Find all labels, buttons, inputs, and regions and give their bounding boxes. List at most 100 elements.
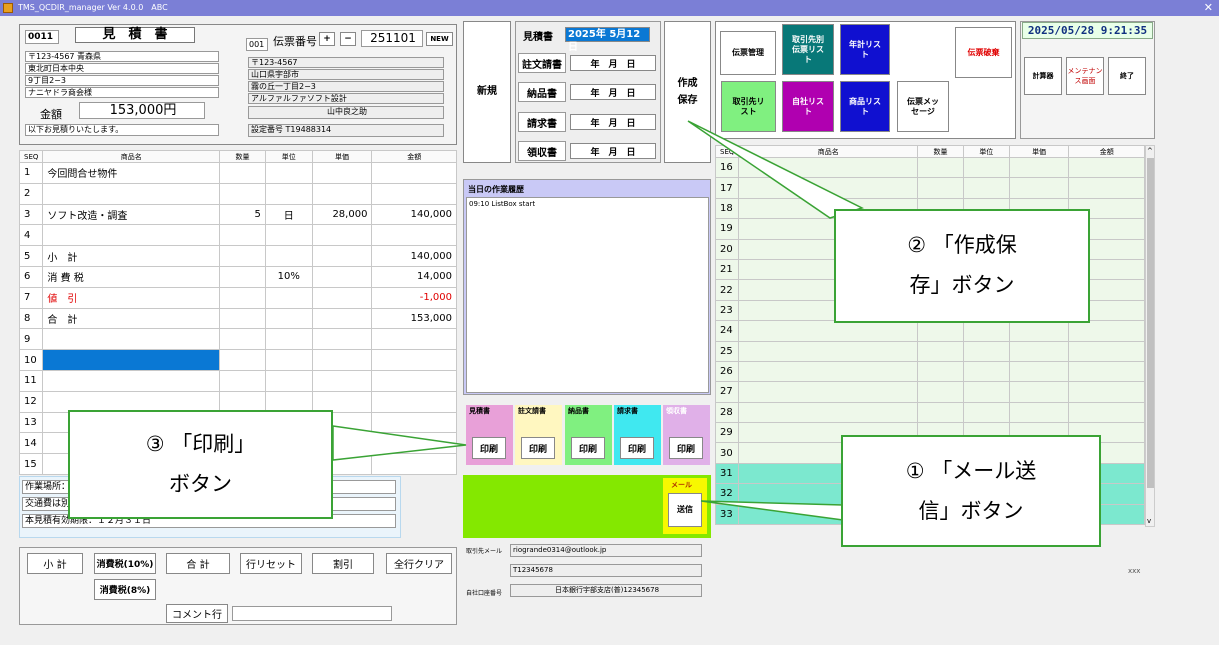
table-cell[interactable] <box>371 411 457 434</box>
table-row[interactable]: 1 今回問合せ物件 <box>18 162 457 184</box>
table-cell[interactable] <box>371 390 457 413</box>
table-row[interactable]: 27 <box>714 381 1145 403</box>
row-reset-button[interactable]: 行リセット <box>240 553 302 574</box>
table-cell[interactable] <box>219 265 266 288</box>
table-cell[interactable] <box>264 328 313 351</box>
subtotal-button[interactable]: 小 計 <box>27 553 83 574</box>
table-row[interactable]: 3 ソフト改造・調査 5 日 28,000 140,000 <box>18 203 457 226</box>
receipt-date-field[interactable]: 年 月 日 <box>570 143 656 159</box>
table-cell[interactable] <box>1008 340 1070 362</box>
slip-plus-button[interactable]: + <box>319 32 335 46</box>
scrollbar-thumb[interactable] <box>1147 158 1154 488</box>
table-cell[interactable]: 29 <box>714 422 740 444</box>
comment-row-button[interactable]: コメント行 <box>166 604 228 623</box>
table-cell[interactable] <box>371 369 457 392</box>
table-cell[interactable]: 14 <box>18 432 44 455</box>
email-field[interactable]: riogrande0314@outlook.jp <box>510 544 702 557</box>
table-cell[interactable]: 24 <box>714 320 740 342</box>
table-cell[interactable] <box>311 265 373 288</box>
table-row[interactable]: 11 <box>18 369 457 392</box>
table-row[interactable]: 16 <box>714 156 1145 179</box>
table-cell[interactable]: 日 <box>264 203 313 226</box>
table-cell[interactable]: 26 <box>714 360 740 383</box>
table-cell[interactable] <box>219 369 266 392</box>
table-cell[interactable] <box>738 177 919 199</box>
table-cell[interactable]: 5 <box>219 203 266 226</box>
print-delivery-button[interactable]: 印刷 <box>571 437 605 459</box>
scroll-down-icon[interactable]: v <box>1147 517 1151 525</box>
table-cell[interactable] <box>917 401 964 424</box>
table-cell[interactable] <box>311 182 373 205</box>
table-cell[interactable] <box>962 381 1010 403</box>
destroy-slip-button[interactable]: 伝票破棄 <box>955 27 1012 78</box>
table-cell[interactable] <box>219 182 266 205</box>
table-cell[interactable] <box>371 224 457 247</box>
table-cell[interactable] <box>962 177 1010 199</box>
table-cell[interactable]: -1,000 <box>371 286 457 309</box>
table-cell[interactable] <box>917 340 964 362</box>
clear-all-rows-button[interactable]: 全行クリア <box>386 553 452 574</box>
print-receipt-button[interactable]: 印刷 <box>669 437 703 459</box>
table-cell[interactable] <box>917 177 964 199</box>
table-cell[interactable]: 22 <box>714 279 740 301</box>
company-list-button[interactable]: 自社リス ト <box>782 81 834 132</box>
table-cell[interactable] <box>311 307 373 330</box>
table-cell[interactable]: 消 費 税 <box>42 265 221 288</box>
table-cell[interactable] <box>311 328 373 351</box>
table-cell[interactable] <box>219 224 266 247</box>
table-cell[interactable] <box>219 390 266 413</box>
table-cell[interactable]: 5 <box>18 245 44 267</box>
table-cell[interactable] <box>264 162 313 184</box>
table-cell[interactable]: 28 <box>714 401 740 424</box>
table-cell[interactable] <box>738 381 919 403</box>
table-cell[interactable]: 28,000 <box>311 203 373 226</box>
product-list-button[interactable]: 商品リス ト <box>840 81 890 132</box>
window-close-button[interactable]: ✕ <box>1204 0 1213 16</box>
table-cell[interactable] <box>1008 401 1070 424</box>
table-row[interactable]: 8合 計 153,000 <box>18 307 457 330</box>
table-cell[interactable] <box>962 156 1010 179</box>
table-cell[interactable] <box>264 182 313 205</box>
table-cell[interactable]: ソフト改造・調査 <box>42 203 221 226</box>
table-cell[interactable] <box>371 349 457 371</box>
comment-input[interactable] <box>232 606 392 621</box>
table-cell[interactable]: 140,000 <box>371 245 457 267</box>
table-row[interactable]: 17 <box>714 177 1145 199</box>
table-cell[interactable] <box>311 245 373 267</box>
table-cell[interactable] <box>738 360 919 383</box>
table-cell[interactable] <box>311 349 373 371</box>
table-cell[interactable]: 合 計 <box>42 307 221 330</box>
table-cell[interactable] <box>1068 340 1145 362</box>
print-estimate-button[interactable]: 印刷 <box>472 437 506 459</box>
table-cell[interactable]: 21 <box>714 258 740 281</box>
table-cell[interactable] <box>264 245 313 267</box>
table-cell[interactable] <box>1008 360 1070 383</box>
maintenance-button[interactable]: メンテナン ス画面 <box>1066 57 1104 95</box>
table-row[interactable]: 7値 引 -1,000 <box>18 286 457 309</box>
table-cell[interactable] <box>264 349 313 371</box>
table-cell[interactable]: 32 <box>714 483 740 505</box>
table-cell[interactable] <box>1068 401 1145 424</box>
table-cell[interactable]: 33 <box>714 503 740 526</box>
table-cell[interactable] <box>264 307 313 330</box>
table-cell[interactable]: 30 <box>714 442 740 464</box>
table-row[interactable]: 28 <box>714 401 1145 424</box>
table-cell[interactable] <box>264 369 313 392</box>
table-cell[interactable] <box>42 182 221 205</box>
table-row[interactable]: 2 <box>18 182 457 205</box>
table-cell[interactable] <box>962 401 1010 424</box>
total-button[interactable]: 合 計 <box>166 553 230 574</box>
table-cell[interactable] <box>42 224 221 247</box>
create-save-button[interactable]: 作成 保存 <box>664 21 711 163</box>
table-cell[interactable] <box>42 328 221 351</box>
table-cell[interactable] <box>917 360 964 383</box>
table-cell[interactable] <box>219 245 266 267</box>
table-cell[interactable] <box>219 286 266 309</box>
table-row[interactable]: 6消 費 税 10% 14,000 <box>18 265 457 288</box>
table-row[interactable]: 9 <box>18 328 457 351</box>
slip-management-button[interactable]: 伝票管理 <box>720 31 776 75</box>
table-cell[interactable] <box>42 369 221 392</box>
table-cell[interactable] <box>917 381 964 403</box>
table-cell[interactable] <box>371 328 457 351</box>
table-cell[interactable]: 31 <box>714 462 740 485</box>
